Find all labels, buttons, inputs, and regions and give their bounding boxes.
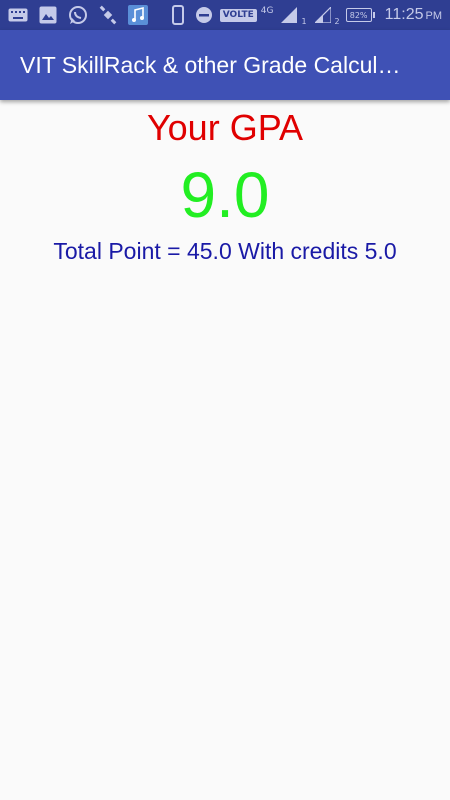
network-type: 4G bbox=[260, 6, 274, 16]
keyboard-icon bbox=[8, 5, 28, 25]
do-not-disturb-icon bbox=[194, 5, 214, 25]
app-bar: VIT SkillRack & other Grade Calcul… bbox=[0, 30, 450, 100]
clock-ampm: PM bbox=[425, 10, 443, 22]
sim1-label: 1 bbox=[301, 16, 307, 26]
volte-badge: VOLTE bbox=[219, 8, 257, 22]
signal-sim2-icon bbox=[313, 5, 333, 25]
satellite-icon bbox=[98, 5, 118, 25]
system-icons: VOLTE 4G 1 2 82% 11:25 PM bbox=[168, 5, 442, 26]
gpa-heading: Your GPA bbox=[146, 107, 304, 148]
app-title: VIT SkillRack & other Grade Calcul… bbox=[20, 51, 401, 78]
status-bar: VOLTE 4G 1 2 82% 11:25 PM bbox=[0, 0, 450, 30]
clock-time: 11:25 bbox=[384, 6, 424, 23]
music-app-icon bbox=[128, 5, 148, 25]
whatsapp-icon bbox=[68, 5, 88, 25]
notification-icons bbox=[8, 5, 148, 25]
gpa-value: 9.0 bbox=[180, 159, 270, 231]
battery-icon: 82% bbox=[345, 8, 375, 22]
total-points-summary: Total Point = 45.0 With credits 5.0 bbox=[53, 238, 397, 264]
clock: 11:25 PM bbox=[385, 6, 442, 24]
image-icon bbox=[38, 5, 58, 25]
result-panel: Your GPA 9.0 Total Point = 45.0 With cre… bbox=[0, 100, 450, 266]
signal-sim1-icon bbox=[279, 5, 299, 25]
phone-vibrate-icon bbox=[168, 5, 188, 25]
battery-level: 82% bbox=[345, 8, 372, 22]
sim2-label: 2 bbox=[334, 16, 340, 26]
